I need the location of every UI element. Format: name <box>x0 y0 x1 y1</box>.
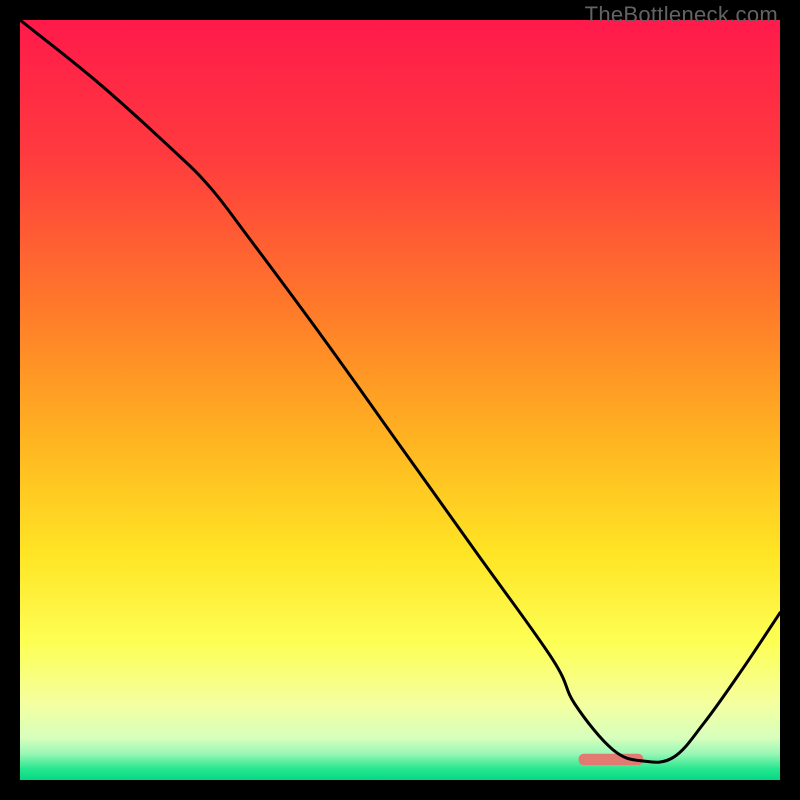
chart-plot-area <box>20 20 780 780</box>
gradient-background <box>20 20 780 780</box>
watermark-text: TheBottleneck.com <box>585 2 778 28</box>
chart-frame: TheBottleneck.com <box>0 0 800 800</box>
chart-svg <box>20 20 780 780</box>
